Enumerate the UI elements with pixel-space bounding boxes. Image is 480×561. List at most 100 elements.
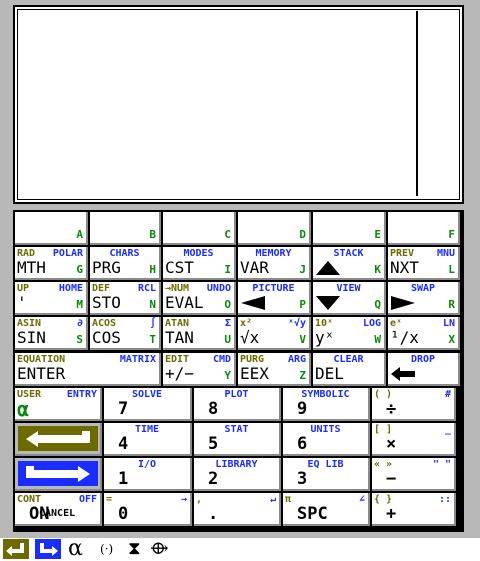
key-shift-label: STACK xyxy=(333,248,364,259)
key-main-label: STO xyxy=(92,293,121,312)
key-7[interactable]: 7 SOLVE xyxy=(104,388,192,421)
key-w[interactable]: yˣ 10ˣ LOG W xyxy=(313,317,386,350)
key-alpha-letter: P xyxy=(299,298,306,311)
calculator-body: A B C D E F MTH RAD POLAR G PRG CHARS H CST MODES I VAR M… xyxy=(0,0,480,538)
key-+∕−[interactable]: +∕− EDIT CMD Y xyxy=(163,353,236,386)
key--32[interactable]: ., ↵ xyxy=(194,493,281,526)
key-x[interactable]: ¹/x eˣ LN X xyxy=(388,317,460,350)
key-k[interactable]: STACK K xyxy=(313,247,386,280)
key-main-label: EVAL xyxy=(165,293,204,312)
key-del[interactable]: DEL CLEAR xyxy=(313,353,386,386)
key-shift-left-label: PURG xyxy=(240,354,265,365)
key-r[interactable]: SWAP R xyxy=(388,282,460,315)
alpha-indicator-icon: α xyxy=(68,536,83,561)
menu-key-f[interactable]: F xyxy=(388,212,460,245)
menu-key-d[interactable]: D xyxy=(238,212,311,245)
key-main-label: 3 xyxy=(297,469,308,489)
down-triangle-icon xyxy=(316,296,340,310)
key-s[interactable]: SIN ASIN ∂ S xyxy=(15,317,88,350)
key-shift-right-label: " " xyxy=(432,459,451,470)
key-shift-right-label: POLAR xyxy=(52,248,83,259)
key-4[interactable]: 4 TIME xyxy=(104,423,192,456)
key-i[interactable]: CST MODES I xyxy=(163,247,236,280)
key-ON-30[interactable]: ON CANCEL CONT OFF xyxy=(15,493,102,526)
right-shift-key[interactable] xyxy=(15,458,102,491)
menu-key-e[interactable]: E xyxy=(313,212,386,245)
key-shift-right-label: LOG xyxy=(362,318,381,329)
key-q[interactable]: VIEW Q xyxy=(313,282,386,315)
key-drop[interactable]: DROP xyxy=(388,353,460,386)
key-alpha-letter: Y xyxy=(224,369,231,382)
key-h[interactable]: PRG CHARS H xyxy=(90,247,161,280)
key--04[interactable]: ÷( ) # xyxy=(372,388,456,421)
key-main-label: SPC xyxy=(297,504,328,524)
key-shift-left-label: x² xyxy=(240,318,253,329)
right-triangle-icon xyxy=(391,296,415,310)
key-shift-label: SYMBOLIC xyxy=(301,389,350,400)
key-9[interactable]: 9 SYMBOLIC xyxy=(283,388,370,421)
menu-key-b[interactable]: B xyxy=(90,212,161,245)
key-shift-right-label: ∠ xyxy=(358,494,365,505)
key-main-label: VAR xyxy=(240,258,269,277)
key-1[interactable]: 1 I/O xyxy=(104,458,192,491)
left-shift-key[interactable] xyxy=(15,423,102,456)
status-bar: α (·) ⧗ ⟴ xyxy=(0,538,480,560)
key-m[interactable]: ' UP HOME M xyxy=(15,282,88,315)
enter-key[interactable]: ENTER EQUATION MATRIX xyxy=(15,353,161,386)
key-alpha-letter: B xyxy=(149,228,156,241)
key-main-label: COS xyxy=(92,328,121,347)
key-j[interactable]: VAR MEMORY J xyxy=(238,247,311,280)
key-shift-label: DROP xyxy=(410,354,436,365)
key-shift-right-label: UNDO xyxy=(206,283,231,294)
key-shift-left-label: ACOS xyxy=(92,318,117,329)
key-l[interactable]: NXT PREV MNU L xyxy=(388,247,460,280)
key-alpha-letter: M xyxy=(76,298,83,311)
key-alpha-letter: L xyxy=(448,263,455,276)
left-shift-arrow-icon xyxy=(18,426,98,451)
key-shift-right-label: ˣ√y xyxy=(287,318,306,329)
key-6[interactable]: 6 UNITS xyxy=(283,423,370,456)
left-triangle-icon xyxy=(241,296,265,310)
alpha-key[interactable]: α USER ENTRY xyxy=(15,388,102,421)
key-main-label: 7 xyxy=(118,399,129,419)
key-0[interactable]: 0 = → xyxy=(104,493,192,526)
key-alpha-letter: F xyxy=(448,228,455,241)
key-v[interactable]: √x x² ˣ√y V xyxy=(238,317,311,350)
key-shift-right-label: HOME xyxy=(58,283,83,294)
menu-key-c[interactable]: C xyxy=(163,212,236,245)
key-main-label: . xyxy=(208,504,219,524)
key-o[interactable]: EVAL →NUM UNDO O xyxy=(163,282,236,315)
key-shift-label: PICTURE xyxy=(252,283,295,294)
key-main-label: DEL xyxy=(315,364,344,383)
key-eex[interactable]: EEX PURG ARG Z xyxy=(238,353,311,386)
key-5[interactable]: 5 STAT xyxy=(194,423,281,456)
key-main-label: ¹/x xyxy=(390,328,419,347)
menu-key-a[interactable]: A xyxy=(15,212,88,245)
key-shift-right-label: # xyxy=(444,389,451,400)
key-shift-label: STAT xyxy=(224,424,249,435)
key--34[interactable]: +{ }:: xyxy=(372,493,456,526)
key--24[interactable]: − « » " " xyxy=(372,458,456,491)
key-2[interactable]: 2 LIBRARY xyxy=(194,458,281,491)
key--14[interactable]: ×[ ] _ xyxy=(372,423,456,456)
key-shift-right-label: LN xyxy=(442,318,455,329)
key-main-label: ' xyxy=(17,293,27,312)
key-shift-left-label: eˣ xyxy=(390,318,403,329)
key-alpha-letter: A xyxy=(76,228,83,241)
key-main-label: yˣ xyxy=(315,328,335,347)
key-SPC-33[interactable]: SPC π ∠ xyxy=(283,493,370,526)
key-shift-right-label: RCL xyxy=(137,283,156,294)
transmit-indicator-icon: (·) xyxy=(100,542,114,556)
key-n[interactable]: STO DEF RCL N xyxy=(90,282,161,315)
key-u[interactable]: TAN ATAN Σ U xyxy=(163,317,236,350)
key-8[interactable]: 8 PLOT xyxy=(194,388,281,421)
key-alpha-letter: D xyxy=(299,228,306,241)
key-sub-label: CANCEL xyxy=(39,508,76,519)
key-shift-right-label: MATRIX xyxy=(119,354,156,365)
key-shift-left-label: EQUATION xyxy=(17,354,66,365)
key-t[interactable]: COS ACOS ∫ T xyxy=(90,317,161,350)
key-main-label: 8 xyxy=(208,399,219,419)
key-g[interactable]: MTH RAD POLAR G xyxy=(15,247,88,280)
key-3[interactable]: 3 EQ LIB xyxy=(283,458,370,491)
key-p[interactable]: PICTURE P xyxy=(238,282,311,315)
